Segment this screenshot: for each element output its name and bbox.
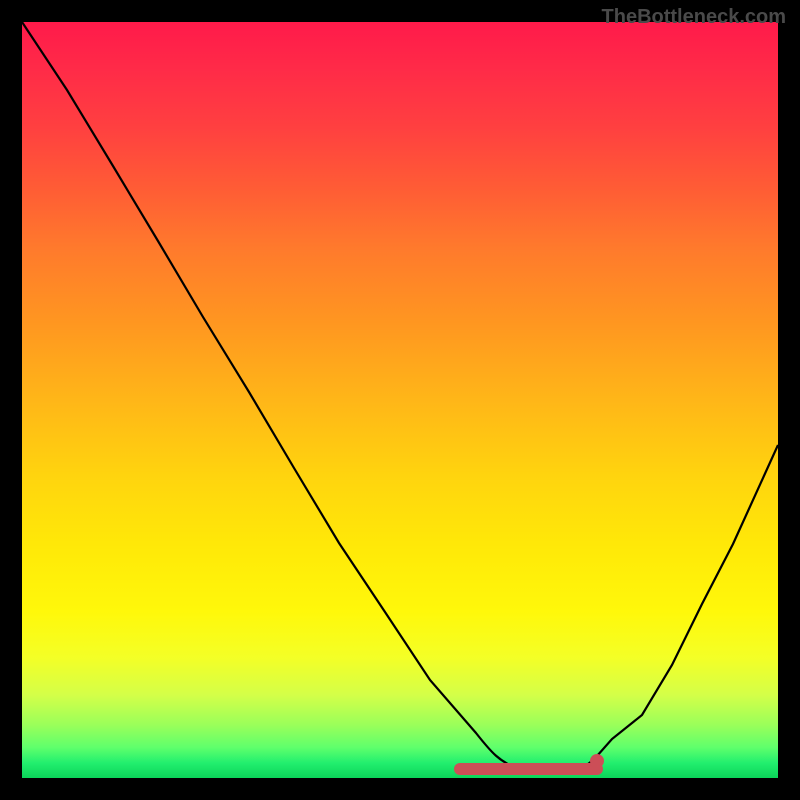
optimal-marker-dot bbox=[590, 754, 604, 768]
bottleneck-chart bbox=[22, 22, 778, 778]
bottleneck-curve bbox=[22, 22, 778, 774]
watermark-text: TheBottleneck.com bbox=[602, 6, 786, 29]
plot-area bbox=[22, 22, 778, 778]
